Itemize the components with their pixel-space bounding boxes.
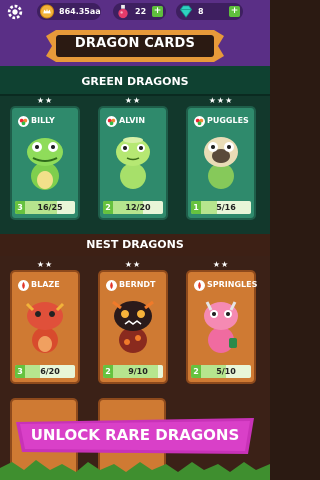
coins-counter[interactable]: 864.35aa xyxy=(37,3,101,20)
gear-icon[interactable] xyxy=(6,3,24,21)
card-level: 2 xyxy=(103,365,113,378)
card-count: 16/25 xyxy=(37,203,63,212)
add-potions-button[interactable]: + xyxy=(152,6,163,17)
dragon-springles-image xyxy=(204,301,238,353)
flower-icon xyxy=(194,116,205,127)
card-progress-bar: 2 5/10 xyxy=(191,365,251,378)
gem-icon xyxy=(179,5,193,18)
card-progress-bar: 3 6/20 xyxy=(15,365,75,378)
promo-text: UNLOCK RARE DRAGONS xyxy=(30,426,240,444)
rarity-stars: ★★ xyxy=(124,96,142,105)
gems-counter[interactable]: 8 + xyxy=(176,3,243,20)
dragon-card-billy[interactable]: ★★ BILLY 3 16/25 xyxy=(10,96,80,220)
dragon-berndt-image xyxy=(112,300,154,353)
rarity-stars: ★★ xyxy=(36,96,54,105)
card-count: 5/16 xyxy=(216,203,236,212)
rarity-stars: ★★★ xyxy=(208,96,234,105)
green-section-title: GREEN DRAGONS xyxy=(81,75,189,88)
rarity-stars: ★★ xyxy=(36,260,54,269)
dragon-card-puggles[interactable]: ★★★ PUGGLES 1 5/16 xyxy=(186,96,256,220)
fire-icon xyxy=(18,280,29,291)
potions-value: 22 xyxy=(135,7,147,16)
dragon-name: ALVIN xyxy=(119,116,146,125)
top-bar: 864.35aa 22 + 8 + xyxy=(0,0,270,24)
gems-value: 8 xyxy=(198,7,204,16)
card-level: 2 xyxy=(191,365,201,378)
flower-icon xyxy=(18,116,29,127)
dragon-billy-image xyxy=(27,138,63,190)
dragon-puggles-image xyxy=(204,137,238,189)
dragon-name: BILLY xyxy=(31,116,55,125)
flower-icon xyxy=(106,116,117,127)
dragon-card-blaze[interactable]: ★★ BLAZE 3 6/20 xyxy=(10,260,80,384)
dragon-name: PUGGLES xyxy=(207,116,249,125)
fire-icon xyxy=(106,280,117,291)
coins-value: 864.35aa xyxy=(59,7,101,16)
nest-section-title: NEST DRAGONS xyxy=(86,238,184,251)
card-level: 2 xyxy=(103,201,113,214)
fire-icon xyxy=(194,280,205,291)
dragon-card-alvin[interactable]: ★★ ALVIN 2 12/20 xyxy=(98,96,168,220)
card-progress-bar: 2 12/20 xyxy=(103,201,163,214)
dragon-blaze-image xyxy=(25,302,65,353)
card-count: 12/20 xyxy=(125,203,151,212)
rarity-stars: ★★ xyxy=(124,260,142,269)
add-gems-button[interactable]: + xyxy=(229,6,240,17)
potion-icon xyxy=(118,4,128,19)
card-count: 5/10 xyxy=(216,367,236,376)
grass-decoration xyxy=(0,460,270,480)
dragon-name: BLAZE xyxy=(31,280,60,289)
page-title: DRAGON CARDS xyxy=(74,36,196,51)
dragon-name: SPRINGLES xyxy=(207,280,258,289)
rarity-stars: ★★ xyxy=(212,260,230,269)
dragon-card-springles[interactable]: ★★ SPRINGLES 2 5/10 xyxy=(186,260,258,384)
card-count: 9/10 xyxy=(128,367,148,376)
crown-coin-icon xyxy=(39,4,55,19)
card-progress-bar: 1 5/16 xyxy=(191,201,251,214)
dragon-name: BERNDT xyxy=(119,280,156,289)
card-progress-bar: 2 9/10 xyxy=(103,365,163,378)
dragon-card-berndt[interactable]: ★★ BERNDT 2 9/10 xyxy=(98,260,168,384)
card-count: 6/20 xyxy=(40,367,60,376)
card-level: 3 xyxy=(15,365,25,378)
card-progress-bar: 3 16/25 xyxy=(15,201,75,214)
card-level: 1 xyxy=(191,201,201,214)
dragon-alvin-image xyxy=(116,137,150,189)
card-level: 3 xyxy=(15,201,25,214)
potions-counter[interactable]: 22 + xyxy=(113,3,166,20)
